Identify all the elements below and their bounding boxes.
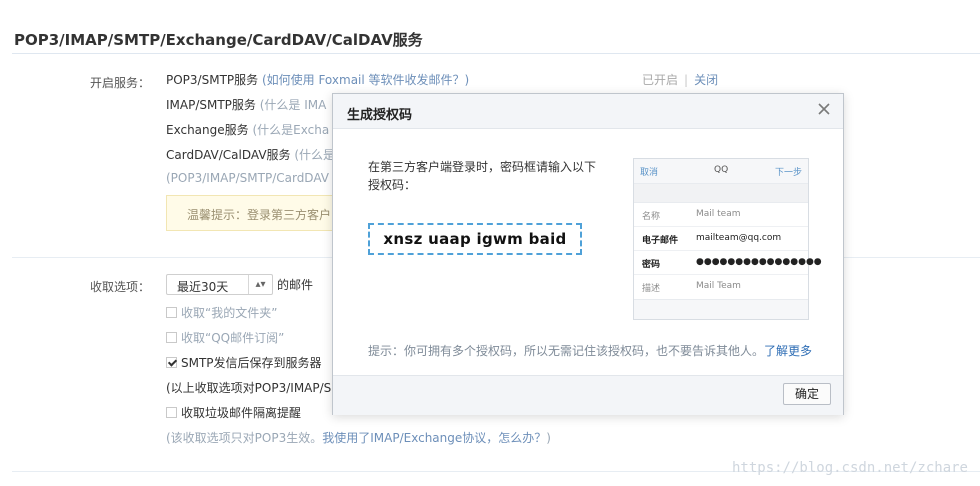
option-qq-subscriptions[interactable]: 收取“QQ邮件订阅” bbox=[166, 329, 284, 346]
option-spam-reminder[interactable]: 收取垃圾邮件隔离提醒 bbox=[166, 404, 301, 421]
section-divider bbox=[12, 53, 980, 54]
phone-row-value: ●●●●●●●●●●●●●●●● bbox=[696, 257, 822, 267]
service-help-link[interactable]: (如何使用 Foxmail 等软件收发邮件？) bbox=[258, 73, 469, 87]
note-link[interactable]: 我使用了IMAP/Exchange协议，怎么办？ bbox=[322, 431, 546, 445]
option-label: 收取“QQ邮件订阅” bbox=[181, 331, 285, 345]
auth-code-dialog: 生成授权码 在第三方客户端登录时，密码框请输入以下 授权码： xnsz uaap… bbox=[332, 93, 844, 415]
phone-row-key: 描述 bbox=[642, 284, 661, 294]
instruction-line: 在第三方客户端登录时，密码框请输入以下 bbox=[368, 160, 597, 174]
service-name: CardDAV/CalDAV服务 bbox=[166, 148, 291, 162]
option-label: 收取垃圾邮件隔离提醒 bbox=[181, 406, 302, 420]
dialog-title: 生成授权码 bbox=[347, 108, 413, 123]
status-enabled: 已开启 bbox=[642, 73, 679, 87]
dialog-instructions: 在第三方客户端登录时，密码框请输入以下 授权码： bbox=[368, 158, 618, 194]
service-name: Exchange服务 bbox=[166, 123, 249, 137]
dialog-hint: 提示：你可拥有多个授权码，所以无需记住该授权码，也不要告诉其他人。了解更多 bbox=[368, 342, 812, 359]
phone-row: 名称 Mail team bbox=[634, 203, 808, 227]
date-range-suffix: 的邮件 bbox=[277, 278, 314, 292]
option-my-folders[interactable]: 收取“我的文件夹” bbox=[166, 304, 277, 321]
instruction-line: 授权码： bbox=[368, 178, 417, 192]
phone-row: 描述 Mail Team bbox=[634, 275, 808, 299]
option-label: 收取“我的文件夹” bbox=[181, 306, 278, 320]
receive-label: 收取选项： bbox=[90, 280, 151, 294]
service-help-link[interactable]: (什么是 IMA bbox=[256, 98, 327, 112]
phone-cancel: 取消 bbox=[640, 168, 659, 178]
phone-form: 名称 Mail team 电子邮件 mailteam@qq.com 密码 ●●●… bbox=[634, 202, 822, 300]
watermark: https://blog.csdn.net/zchare bbox=[731, 460, 968, 476]
dialog-footer: 确定 bbox=[333, 375, 843, 415]
phone-row-value: Mail Team bbox=[696, 281, 741, 291]
section-title: POP3/IMAP/SMTP/Exchange/CardDAV/CalDAV服务 bbox=[14, 31, 423, 49]
option-label: SMTP发信后保存到服务器 bbox=[181, 356, 322, 370]
auth-code: xnsz uaap igwm baid bbox=[368, 223, 582, 255]
options-partial-note: (以上收取选项对POP3/IMAP/S bbox=[166, 381, 332, 395]
service-name: POP3/SMTP服务 bbox=[166, 73, 259, 87]
service-help-link[interactable]: (什么是Excha bbox=[249, 123, 329, 137]
services-label: 开启服务： bbox=[90, 76, 151, 90]
hint-text: 提示：你可拥有多个授权码，所以无需记住该授权码，也不要告诉其他人。 bbox=[368, 344, 765, 358]
option-save-smtp[interactable]: SMTP发信后保存到服务器 bbox=[166, 354, 322, 371]
service-row-exchange: Exchange服务 (什么是Excha bbox=[166, 121, 329, 138]
phone-row: 电子邮件 mailteam@qq.com bbox=[634, 227, 808, 251]
service-extra-note: (POP3/IMAP/SMTP/CardDAV bbox=[166, 171, 329, 185]
service-row-imap: IMAP/SMTP服务 (什么是 IMA bbox=[166, 96, 326, 113]
phone-spacer bbox=[634, 184, 808, 202]
phone-row-value: mailteam@qq.com bbox=[696, 233, 782, 243]
receive-bottom-note: (该收取选项只对POP3生效。我使用了IMAP/Exchange协议，怎么办？) bbox=[166, 429, 551, 446]
select-arrow-icon: ▴▾ bbox=[248, 275, 272, 294]
ok-button[interactable]: 确定 bbox=[783, 383, 831, 405]
phone-row-value: Mail team bbox=[696, 209, 741, 219]
note-prefix: (该收取选项只对POP3生效。 bbox=[166, 431, 323, 445]
checkbox-icon[interactable] bbox=[166, 307, 177, 318]
status-close-link[interactable]: 关闭 bbox=[694, 73, 718, 87]
phone-next: 下一步 bbox=[774, 168, 802, 178]
pop3-status: 已开启 | 关闭 bbox=[642, 71, 718, 88]
tip-box: 温馨提示：登录第三方客户 bbox=[166, 195, 336, 231]
phone-row-key: 名称 bbox=[642, 212, 661, 222]
service-help-link[interactable]: (什么是 bbox=[291, 148, 335, 162]
dialog-header: 生成授权码 bbox=[333, 94, 843, 129]
date-range-value: 最近30天 bbox=[177, 280, 229, 294]
status-separator: | bbox=[684, 73, 689, 87]
phone-title: QQ bbox=[714, 165, 729, 175]
note-suffix: ) bbox=[546, 431, 551, 445]
phone-row-key: 密码 bbox=[642, 260, 661, 270]
service-name: IMAP/SMTP服务 bbox=[166, 98, 256, 112]
checkbox-icon[interactable] bbox=[166, 407, 177, 418]
checkbox-icon[interactable] bbox=[166, 357, 177, 368]
date-range-select[interactable]: 最近30天 ▴▾ bbox=[166, 274, 273, 295]
phone-nav-bar: 取消 QQ 下一步 bbox=[634, 159, 808, 184]
tip-text: 温馨提示：登录第三方客户 bbox=[187, 208, 332, 222]
close-icon[interactable] bbox=[817, 102, 831, 116]
phone-preview: 取消 QQ 下一步 名称 Mail team 电子邮件 mailteam@qq.… bbox=[633, 158, 822, 320]
service-row-pop3: POP3/SMTP服务 (如何使用 Foxmail 等软件收发邮件？) bbox=[166, 71, 469, 88]
phone-row: 密码 ●●●●●●●●●●●●●●●● bbox=[634, 251, 822, 275]
service-row-carddav: CardDAV/CalDAV服务 (什么是 bbox=[166, 146, 335, 163]
learn-more-link[interactable]: 了解更多 bbox=[764, 344, 812, 358]
phone-row-key: 电子邮件 bbox=[642, 236, 679, 246]
checkbox-icon[interactable] bbox=[166, 332, 177, 343]
